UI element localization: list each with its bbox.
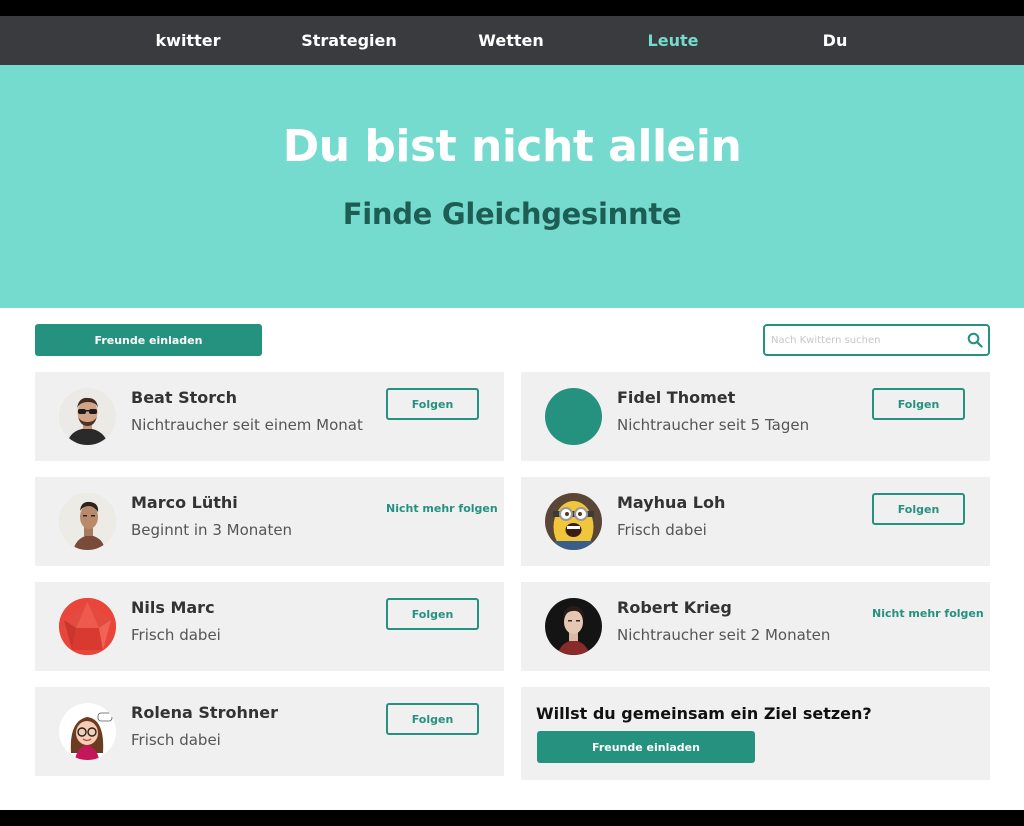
follow-button[interactable]: Folgen: [386, 598, 479, 630]
search-icon[interactable]: [967, 332, 983, 348]
person-name: Beat Storch: [131, 388, 237, 407]
person-name: Mayhua Loh: [617, 493, 726, 512]
person-card-robert-krieg: Robert Krieg Nichtraucher seit 2 Monaten…: [521, 582, 990, 671]
promo-invite-friends-button[interactable]: Freunde einladen: [537, 731, 755, 763]
unfollow-link[interactable]: Nicht mehr folgen: [872, 607, 984, 620]
person-status: Beginnt in 3 Monaten: [131, 521, 293, 539]
follow-button[interactable]: Folgen: [872, 388, 965, 420]
person-status: Frisch dabei: [131, 731, 221, 749]
hero-banner: Du bist nicht allein Finde Gleichgesinnt…: [0, 65, 1024, 308]
people-content: Freunde einladen Beat Storch: [0, 308, 1024, 810]
person-status: Frisch dabei: [131, 626, 221, 644]
person-card-marco-luethi: Marco Lüthi Beginnt in 3 Monaten Nicht m…: [35, 477, 504, 566]
avatar-robert-krieg: [545, 598, 602, 655]
person-status: Nichtraucher seit 5 Tagen: [617, 416, 810, 434]
person-card-mayhua-loh: Mayhua Loh Frisch dabei Folgen: [521, 477, 990, 566]
nav-item-leute[interactable]: Leute: [648, 16, 699, 65]
invite-friends-button[interactable]: Freunde einladen: [35, 324, 262, 356]
avatar-beat-storch: [59, 388, 116, 445]
nav-item-wetten[interactable]: Wetten: [478, 16, 543, 65]
avatar-marco-luethi: [59, 493, 116, 550]
nav-item-kwitter[interactable]: kwitter: [156, 16, 221, 65]
person-name: Nils Marc: [131, 598, 215, 617]
person-status: Frisch dabei: [617, 521, 707, 539]
person-name: Fidel Thomet: [617, 388, 736, 407]
person-status: Nichtraucher seit einem Monat: [131, 416, 363, 434]
invite-promo-card: Willst du gemeinsam ein Ziel setzen? Fre…: [521, 687, 990, 780]
person-name: Rolena Strohner: [131, 703, 278, 722]
promo-title: Willst du gemeinsam ein Ziel setzen?: [536, 704, 872, 723]
follow-button[interactable]: Folgen: [386, 388, 479, 420]
bottom-frame-bar: [0, 810, 1024, 826]
person-status: Nichtraucher seit 2 Monaten: [617, 626, 831, 644]
nav-item-strategien[interactable]: Strategien: [301, 16, 397, 65]
avatar-fidel-thomet: [545, 388, 602, 445]
person-card-rolena-strohner: Rolena Strohner Frisch dabei Folgen: [35, 687, 504, 776]
person-card-beat-storch: Beat Storch Nichtraucher seit einem Mona…: [35, 372, 504, 461]
avatar-mayhua-loh: [545, 493, 602, 550]
person-card-fidel-thomet: Fidel Thomet Nichtraucher seit 5 Tagen F…: [521, 372, 990, 461]
search-input[interactable]: [771, 330, 956, 350]
avatar-rolena-strohner: [59, 703, 116, 760]
hero-subtitle: Finde Gleichgesinnte: [342, 197, 682, 231]
nav-item-du[interactable]: Du: [823, 16, 848, 65]
avatar-nils-marc: [59, 598, 116, 655]
person-name: Robert Krieg: [617, 598, 732, 617]
person-card-nils-marc: Nils Marc Frisch dabei Folgen: [35, 582, 504, 671]
top-navigation: kwitter Strategien Wetten Leute Du: [0, 16, 1024, 65]
hero-title: Du bist nicht allein: [282, 121, 742, 172]
follow-button[interactable]: Folgen: [386, 703, 479, 735]
person-name: Marco Lüthi: [131, 493, 238, 512]
unfollow-link[interactable]: Nicht mehr folgen: [386, 502, 498, 515]
top-frame-bar: [0, 0, 1024, 16]
search-box: [763, 324, 990, 356]
follow-button[interactable]: Folgen: [872, 493, 965, 525]
